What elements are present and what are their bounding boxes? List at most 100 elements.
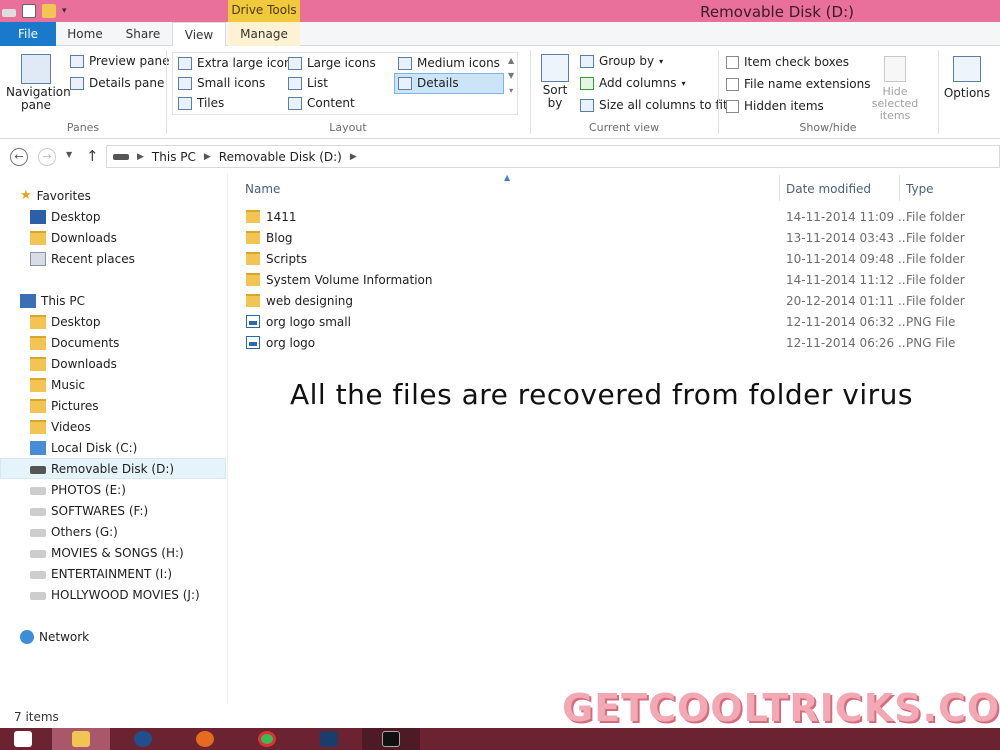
taskbar-firefox[interactable] bbox=[176, 728, 234, 750]
scroll-up-icon[interactable]: ▲ bbox=[508, 56, 514, 65]
hidden-items-toggle[interactable]: Hidden items bbox=[726, 99, 824, 113]
nav-movies-songs-h[interactable]: MOVIES & SONGS (H:) bbox=[0, 542, 226, 563]
small-icons-label: Small icons bbox=[197, 76, 266, 90]
file-row[interactable]: Blog 13-11-2014 03:43 ... File folder bbox=[242, 228, 1000, 249]
windows-drive-icon bbox=[30, 440, 46, 455]
chevron-right-icon[interactable]: ▶ bbox=[137, 152, 144, 162]
nav-pictures[interactable]: Pictures bbox=[0, 395, 226, 416]
add-columns-button[interactable]: Add columns ▾ bbox=[580, 76, 686, 90]
file-name: Blog bbox=[266, 231, 293, 245]
checkbox-icon[interactable] bbox=[726, 99, 739, 113]
properties-icon[interactable] bbox=[22, 4, 36, 18]
item-check-boxes-toggle[interactable]: Item check boxes bbox=[726, 55, 849, 69]
expand-gallery-icon[interactable]: ▾ bbox=[509, 86, 513, 95]
details-pane-button[interactable]: Details pane bbox=[70, 76, 164, 90]
nav-favorites[interactable]: ★ Favorites bbox=[0, 185, 226, 206]
layout-large-icons[interactable]: Large icons bbox=[288, 56, 376, 70]
file-row[interactable]: web designing 20-12-2014 01:11 ... File … bbox=[242, 291, 1000, 312]
file-date: 10-11-2014 09:48 ... bbox=[786, 252, 910, 266]
nav-desktop[interactable]: Desktop bbox=[0, 311, 226, 332]
options-button[interactable]: Options bbox=[944, 56, 990, 100]
column-header-name[interactable]: Name bbox=[245, 182, 280, 196]
nav-music[interactable]: Music bbox=[0, 374, 226, 395]
chevron-right-icon[interactable]: ▶ bbox=[204, 152, 211, 162]
large-icons-label: Large icons bbox=[307, 56, 376, 70]
scroll-down-icon[interactable]: ▼ bbox=[508, 71, 514, 80]
back-button[interactable]: ← bbox=[10, 148, 28, 166]
nav-this-pc[interactable]: This PC bbox=[0, 290, 226, 311]
hide-selected-items-button[interactable]: Hide selected items bbox=[858, 56, 932, 122]
file-name: 1411 bbox=[266, 210, 297, 224]
column-divider[interactable] bbox=[899, 175, 900, 201]
details-icon bbox=[398, 76, 412, 90]
taskbar-chrome[interactable] bbox=[238, 728, 296, 750]
file-row[interactable]: Scripts 10-11-2014 09:48 ... File folder bbox=[242, 249, 1000, 270]
tab-file[interactable]: File bbox=[0, 22, 56, 46]
start-button[interactable] bbox=[0, 728, 50, 750]
nav-removable-disk-d[interactable]: Removable Disk (D:) bbox=[0, 458, 226, 479]
column-divider[interactable] bbox=[779, 175, 780, 201]
window-title: Removable Disk (D:) bbox=[700, 3, 854, 21]
customize-toolbar-chevron-icon[interactable]: ▾ bbox=[62, 6, 67, 16]
layout-gallery-scroll[interactable]: ▲ ▼ ▾ bbox=[508, 56, 514, 95]
nav-local-disk-c[interactable]: Local Disk (C:) bbox=[0, 437, 226, 458]
navigation-pane-button[interactable]: Navigation pane bbox=[6, 54, 71, 112]
downloads-folder-icon bbox=[30, 356, 46, 371]
drive-icon[interactable] bbox=[2, 9, 16, 17]
nav-favorites-desktop[interactable]: Desktop bbox=[0, 206, 226, 227]
taskbar-command-prompt[interactable] bbox=[362, 728, 420, 750]
layout-content[interactable]: Content bbox=[288, 96, 355, 110]
new-folder-icon[interactable] bbox=[42, 4, 56, 18]
tab-view[interactable]: View bbox=[172, 22, 226, 47]
drive-icon bbox=[30, 592, 46, 600]
watermark: GETCOOLTRICKS.COM bbox=[562, 686, 1000, 730]
checkbox-icon[interactable] bbox=[726, 55, 739, 69]
nav-videos[interactable]: Videos bbox=[0, 416, 226, 437]
nav-favorites-recent-places[interactable]: Recent places bbox=[0, 248, 226, 269]
tab-manage[interactable]: Manage bbox=[228, 22, 300, 46]
column-header-type[interactable]: Type bbox=[906, 182, 934, 196]
forward-button[interactable]: → bbox=[38, 148, 56, 166]
breadcrumb-removable-disk[interactable]: Removable Disk (D:) bbox=[219, 150, 342, 164]
tab-home[interactable]: Home bbox=[56, 22, 114, 46]
layout-medium-icons[interactable]: Medium icons bbox=[398, 56, 500, 70]
nav-downloads[interactable]: Downloads bbox=[0, 353, 226, 374]
recent-locations-chevron-icon[interactable]: ▼ bbox=[66, 150, 72, 159]
nav-others-g[interactable]: Others (G:) bbox=[0, 521, 226, 542]
file-row[interactable]: org logo 12-11-2014 06:26 ... PNG File bbox=[242, 333, 1000, 354]
nav-network[interactable]: Network bbox=[0, 626, 226, 647]
taskbar-file-explorer[interactable] bbox=[52, 728, 110, 750]
add-columns-icon bbox=[580, 76, 594, 90]
file-row[interactable]: org logo small 12-11-2014 06:32 ... PNG … bbox=[242, 312, 1000, 333]
taskbar-photoshop[interactable] bbox=[300, 728, 358, 750]
chevron-right-icon[interactable]: ▶ bbox=[350, 152, 357, 162]
nav-entertainment-i[interactable]: ENTERTAINMENT (I:) bbox=[0, 563, 226, 584]
address-bar[interactable]: ▶ This PC ▶ Removable Disk (D:) ▶ bbox=[106, 145, 1000, 168]
nav-documents[interactable]: Documents bbox=[0, 332, 226, 353]
layout-small-icons[interactable]: Small icons bbox=[178, 76, 265, 90]
nav-favorites-downloads[interactable]: Downloads bbox=[0, 227, 226, 248]
taskbar-media-player[interactable] bbox=[114, 728, 172, 750]
layout-extra-large-icons[interactable]: Extra large icons bbox=[178, 56, 298, 70]
group-by-button[interactable]: Group by ▾ bbox=[580, 54, 663, 68]
layout-tiles[interactable]: Tiles bbox=[178, 96, 224, 110]
breadcrumb-this-pc[interactable]: This PC bbox=[152, 150, 196, 164]
file-row[interactable]: System Volume Information 14-11-2014 11:… bbox=[242, 270, 1000, 291]
nav-photos-e[interactable]: PHOTOS (E:) bbox=[0, 479, 226, 500]
nav-softwares-f[interactable]: SOFTWARES (F:) bbox=[0, 500, 226, 521]
file-name-extensions-toggle[interactable]: File name extensions bbox=[726, 77, 871, 91]
up-arrow-icon[interactable]: ↑ bbox=[86, 147, 99, 165]
preview-pane-button[interactable]: Preview pane bbox=[70, 54, 169, 68]
tab-share[interactable]: Share bbox=[114, 22, 172, 46]
nav-hollywood-movies-j[interactable]: HOLLYWOOD MOVIES (J:) bbox=[0, 584, 226, 605]
layout-list[interactable]: List bbox=[288, 76, 328, 90]
layout-details[interactable]: Details bbox=[398, 76, 459, 90]
column-header-date-modified[interactable]: Date modified bbox=[786, 182, 871, 196]
start-icon bbox=[14, 731, 32, 747]
sort-by-button[interactable]: Sort by bbox=[538, 54, 572, 110]
file-row[interactable]: 1411 14-11-2014 11:09 ... File folder bbox=[242, 207, 1000, 228]
file-name-extensions-label: File name extensions bbox=[744, 77, 871, 91]
file-date: 20-12-2014 01:11 ... bbox=[786, 294, 910, 308]
size-all-columns-button[interactable]: Size all columns to fit bbox=[580, 98, 728, 112]
checkbox-icon[interactable] bbox=[726, 77, 739, 91]
